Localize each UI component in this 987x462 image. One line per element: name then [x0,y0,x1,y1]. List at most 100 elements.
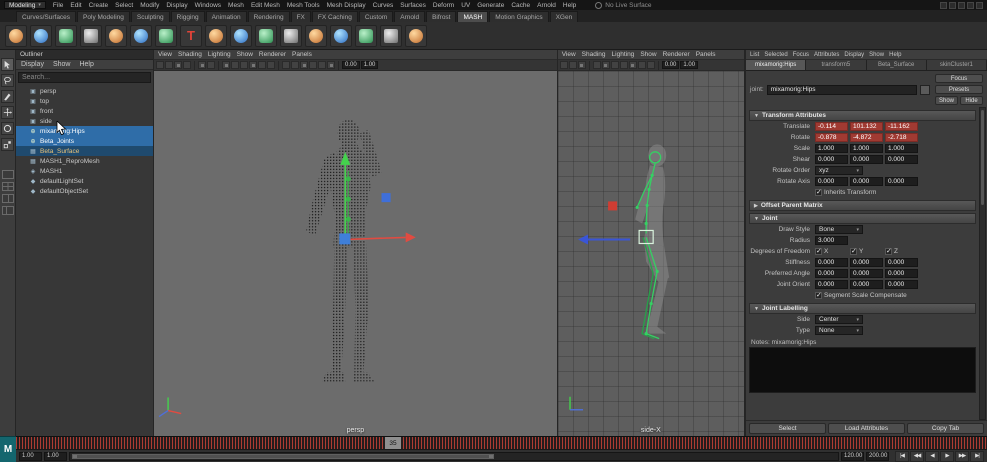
outliner-item-persp[interactable]: ▣persp [16,86,153,96]
select-camera-icon[interactable] [560,61,568,69]
outliner-menu-help[interactable]: Help [79,61,93,68]
rotate-z-field[interactable]: -2.718 [885,133,918,142]
section-offset-parent-matrix[interactable]: ▶Offset Parent Matrix [749,200,976,211]
shelf-tab-fx[interactable]: FX [291,11,311,22]
shaded-icon[interactable] [629,61,637,69]
viewport-side-canvas[interactable]: side-X [558,71,744,436]
ae-menu-selected[interactable]: Selected [764,52,787,58]
shelf-tab-motion-graphics[interactable]: Motion Graphics [489,11,548,22]
draw-style-dropdown[interactable]: Bone [815,225,863,234]
stiffness-x-field[interactable]: 0.000 [815,258,848,267]
menu-curves[interactable]: Curves [373,2,394,9]
two-d-pan-icon[interactable] [207,61,215,69]
rotate-tool-button[interactable] [1,122,14,135]
presets-button[interactable]: Presets [935,85,983,94]
segment-scale-checkbox[interactable] [815,292,822,299]
shear-y-field[interactable]: 0.000 [850,155,883,164]
joint-orient-y-field[interactable]: 0.000 [850,280,883,289]
lights-icon[interactable] [309,61,317,69]
section-joint-labelling[interactable]: ▼Joint Labelling [749,303,976,314]
vp-menu-panels[interactable]: Panels [696,51,716,58]
menu-windows[interactable]: Windows [195,2,221,9]
field-chart-icon[interactable] [258,61,266,69]
scale-y-field[interactable]: 1.000 [850,144,883,153]
menu-deform[interactable]: Deform [433,2,454,9]
step-forward-frame-button[interactable]: ▶▶ [955,451,969,462]
menu-modify[interactable]: Modify [140,2,159,9]
vp-menu-show[interactable]: Show [640,51,656,58]
shelf-tab-curves-surfaces[interactable]: Curves/Surfaces [16,11,76,22]
lasso-tool-button[interactable] [1,74,14,87]
ae-menu-focus[interactable]: Focus [793,52,809,58]
translate-y-field[interactable]: 101.132 [850,122,883,131]
film-gate-icon[interactable] [602,61,610,69]
section-transform-attributes[interactable]: ▼Transform Attributes [749,110,976,121]
mash-falloff-icon[interactable] [405,25,427,47]
translate-z-field[interactable]: -11.162 [885,122,918,131]
mash-color-icon[interactable] [130,25,152,47]
safe-action-icon[interactable] [267,61,275,69]
mash-audio-icon[interactable] [355,25,377,47]
rotate-x-field[interactable]: -0.878 [815,133,848,142]
mash-curve-icon[interactable] [155,25,177,47]
menu-mesh[interactable]: Mesh [228,2,244,9]
show-button[interactable]: Show [935,96,958,105]
animation-start-field[interactable]: 1.00 [19,452,42,461]
shear-z-field[interactable]: 0.000 [885,155,918,164]
lock-camera-icon[interactable] [165,61,173,69]
mash-time-icon[interactable] [330,25,352,47]
layout-four-pane-button[interactable] [2,182,14,191]
ae-menu-help[interactable]: Help [889,52,901,58]
gate-mask-icon[interactable] [249,61,257,69]
go-to-end-button[interactable]: ▶| [970,451,984,462]
vp-menu-renderer[interactable]: Renderer [663,51,690,58]
mash-visibility-icon[interactable] [380,25,402,47]
shelf-tab-fx-caching[interactable]: FX Caching [312,11,358,22]
vp-menu-renderer[interactable]: Renderer [259,51,286,58]
preferred-angle-y-field[interactable]: 0.000 [850,269,883,278]
ae-scrollbar-thumb[interactable] [981,110,984,205]
resolution-gate-icon[interactable] [611,61,619,69]
translate-x-field[interactable]: -0.114 [815,122,848,131]
notes-input[interactable] [749,347,976,393]
node-swatch-icon[interactable] [920,85,930,95]
mash-network-icon[interactable] [5,25,27,47]
exposure-field[interactable]: 0.00 [342,61,360,69]
scale-z-field[interactable]: 1.000 [885,144,918,153]
type-tool-icon[interactable]: T [180,25,202,47]
layout-two-pane-button[interactable] [2,194,14,203]
time-slider[interactable]: 35 [16,436,987,449]
rotate-axis-x-field[interactable]: 0.000 [815,177,848,186]
vp-menu-view[interactable]: View [158,51,172,58]
dof-z-checkbox[interactable] [885,248,892,255]
mash-editor-icon[interactable] [30,25,52,47]
outliner-item-mixamorig-hips[interactable]: ⊕mixamorig:Hips [16,126,153,136]
menu-surfaces[interactable]: Surfaces [400,2,426,9]
vp-menu-lighting[interactable]: Lighting [208,51,231,58]
menu-edit[interactable]: Edit [70,2,81,9]
shelf-tab-custom[interactable]: Custom [359,11,393,22]
outliner-menu-display[interactable]: Display [21,61,44,68]
outliner-item-beta-joints[interactable]: ⊕Beta_Joints [16,136,153,146]
snap-grid-icon[interactable] [940,2,947,9]
shelf-tab-bifrost[interactable]: Bifrost [426,11,456,22]
shelf-tab-arnold[interactable]: Arnold [394,11,425,22]
section-joint[interactable]: ▼Joint [749,213,976,224]
joint-orient-x-field[interactable]: 0.000 [815,280,848,289]
vp-menu-lighting[interactable]: Lighting [612,51,635,58]
camera-attributes-icon[interactable] [174,61,182,69]
shelf-tab-xgen[interactable]: XGen [550,11,579,22]
ae-tab-beta-surface[interactable]: Beta_Surface [867,60,927,70]
exposure-field[interactable]: 0.00 [662,61,680,69]
menu-help[interactable]: Help [563,2,576,9]
step-back-frame-button[interactable]: ◀◀ [910,451,924,462]
ae-menu-list[interactable]: List [750,52,759,58]
mash-placer-icon[interactable] [280,25,302,47]
vp-menu-view[interactable]: View [562,51,576,58]
shadows-icon[interactable] [318,61,326,69]
node-name-field[interactable]: mixamorig:Hips [767,85,917,95]
menu-mesh-tools[interactable]: Mesh Tools [287,2,320,9]
range-start-handle[interactable] [73,455,77,458]
layout-single-pane-button[interactable] [2,170,14,179]
menu-file[interactable]: File [53,2,63,9]
